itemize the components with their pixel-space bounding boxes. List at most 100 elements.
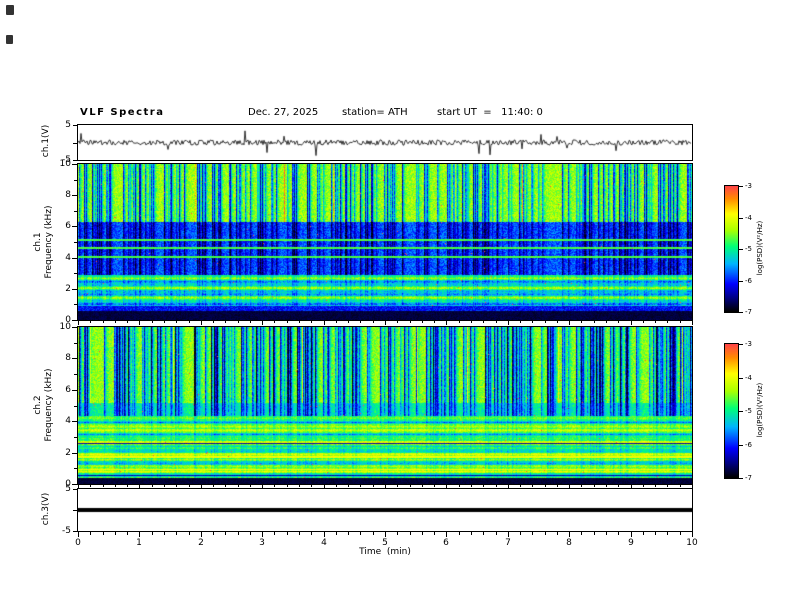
tick-mark	[545, 532, 546, 535]
tick-mark	[631, 485, 632, 489]
tick-mark	[72, 358, 77, 359]
tick-mark	[72, 289, 77, 290]
tick-label: 9	[628, 538, 634, 548]
tick-mark	[569, 485, 570, 489]
tick-mark	[508, 485, 509, 489]
tick-mark	[594, 321, 595, 323]
tick-mark	[594, 532, 595, 535]
tick-mark	[360, 532, 361, 535]
tick-mark	[643, 532, 644, 535]
ch3-waveform-canvas	[78, 489, 692, 531]
tick-label: 10	[59, 322, 71, 332]
tick-mark	[459, 532, 460, 535]
tick-mark	[471, 321, 472, 323]
tick-mark	[692, 485, 693, 489]
tick-mark	[545, 321, 546, 323]
tick-mark	[680, 485, 681, 487]
tick-mark	[739, 378, 743, 379]
tick-mark	[72, 327, 77, 328]
tick-mark	[581, 321, 582, 323]
tick-label: 7	[505, 538, 511, 548]
tick-mark	[201, 485, 202, 489]
tick-mark	[324, 321, 325, 325]
tick-label: 4	[321, 538, 327, 548]
tick-label: 3	[259, 538, 265, 548]
date-label: Dec. 27, 2025	[248, 107, 319, 118]
tick-mark	[557, 321, 558, 323]
tick-mark	[385, 321, 386, 325]
tick-mark	[73, 531, 77, 532]
tick-mark	[643, 485, 644, 487]
tick-mark	[139, 321, 140, 325]
tick-label: 6	[65, 221, 71, 231]
tick-mark	[78, 321, 79, 325]
tick-mark	[201, 532, 202, 537]
tick-mark	[631, 321, 632, 325]
screen-artifact	[6, 35, 13, 44]
tick-label: 4	[65, 416, 71, 426]
tick-label: 8	[566, 538, 572, 548]
tick-mark	[90, 485, 91, 487]
tick-mark	[189, 485, 190, 487]
tick-mark	[103, 321, 104, 323]
tick-mark	[557, 532, 558, 535]
tick-mark	[360, 485, 361, 487]
tick-mark	[581, 532, 582, 535]
tick-mark	[446, 321, 447, 325]
tick-mark	[446, 485, 447, 489]
tick-mark	[569, 321, 570, 325]
tick-mark	[606, 321, 607, 323]
tick-mark	[164, 321, 165, 323]
tick-mark	[618, 485, 619, 487]
tick-mark	[299, 485, 300, 487]
tick-mark	[287, 485, 288, 487]
tick-mark	[225, 532, 226, 535]
tick-mark	[655, 485, 656, 487]
tick-mark	[287, 321, 288, 323]
tick-mark	[410, 321, 411, 323]
tick-mark	[557, 485, 558, 487]
tick-mark	[73, 160, 77, 161]
tick-mark	[127, 321, 128, 323]
tick-mark	[520, 485, 521, 487]
tick-mark	[373, 532, 374, 535]
tick-mark	[78, 532, 79, 537]
tick-mark	[496, 485, 497, 487]
tick-mark	[739, 411, 743, 412]
tick-label: -5	[62, 526, 71, 536]
tick-mark	[532, 321, 533, 323]
tick-mark	[422, 532, 423, 535]
tick-mark	[78, 485, 79, 489]
tick-label: 1	[136, 538, 142, 548]
tick-mark	[225, 321, 226, 323]
colorbar-ch2-canvas	[725, 344, 738, 478]
tick-mark	[213, 532, 214, 535]
tick-mark	[115, 321, 116, 323]
x-axis-label: Time (min)	[359, 547, 411, 557]
tick-label: 6	[443, 538, 449, 548]
tick-mark	[618, 532, 619, 535]
tick-mark	[287, 532, 288, 535]
tick-mark	[667, 485, 668, 487]
tick-mark	[176, 485, 177, 487]
tick-mark	[508, 321, 509, 325]
tick-mark	[496, 321, 497, 323]
tick-mark	[680, 532, 681, 535]
tick-mark	[348, 321, 349, 323]
tick-label: 2	[65, 284, 71, 294]
tick-mark	[739, 281, 743, 282]
tick-mark	[115, 532, 116, 535]
ch1-spectrogram-canvas	[78, 164, 692, 320]
tick-label: 0	[75, 538, 81, 548]
tick-mark	[189, 532, 190, 535]
tick-label: -3	[745, 340, 752, 348]
tick-mark	[434, 532, 435, 535]
tick-label: 2	[65, 448, 71, 458]
tick-mark	[139, 485, 140, 489]
tick-mark	[74, 343, 77, 344]
tick-mark	[739, 312, 743, 313]
tick-mark	[72, 484, 77, 485]
tick-mark	[397, 485, 398, 487]
tick-mark	[73, 143, 77, 144]
tick-mark	[74, 468, 77, 469]
